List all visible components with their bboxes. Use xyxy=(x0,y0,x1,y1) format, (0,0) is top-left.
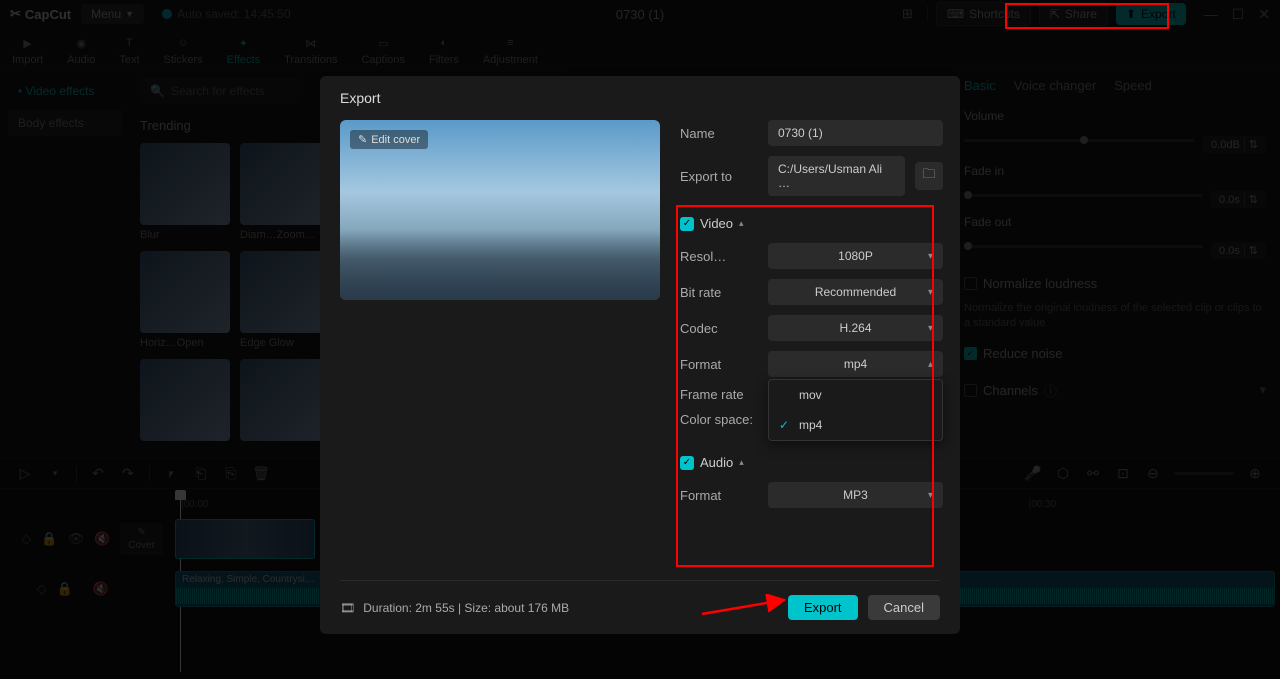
exportto-label: Export to xyxy=(680,169,758,184)
format-dropdown: mov mp4 xyxy=(768,379,943,441)
bitrate-select[interactable]: Recommended xyxy=(768,279,943,305)
folder-icon: 🗀 xyxy=(922,165,935,187)
format-option-mp4[interactable]: mp4 xyxy=(769,410,942,440)
duration-info: 🎞 Duration: 2m 55s | Size: about 176 MB xyxy=(340,601,569,615)
format-select[interactable]: mp4 mov mp4 xyxy=(768,351,943,377)
audio-section-label: Audio xyxy=(700,455,733,470)
film-icon: 🎞 xyxy=(340,601,355,615)
chevron-up-icon[interactable]: ▴ xyxy=(739,218,744,229)
name-label: Name xyxy=(680,126,758,141)
codec-label: Codec xyxy=(680,321,758,336)
codec-select[interactable]: H.264 xyxy=(768,315,943,341)
export-modal-title: Export xyxy=(340,90,940,106)
audio-section-checkbox[interactable]: ✓ xyxy=(680,456,694,470)
export-modal: Export ✎Edit cover Name Export to C:/Use… xyxy=(320,76,960,634)
audio-format-select[interactable]: MP3 xyxy=(768,482,943,508)
pencil-icon: ✎ xyxy=(358,133,367,146)
video-section-label: Video xyxy=(700,216,733,231)
format-label: Format xyxy=(680,357,758,372)
browse-button[interactable]: 🗀 xyxy=(915,162,943,190)
colorspace-label: Color space: xyxy=(680,412,753,427)
audio-format-label: Format xyxy=(680,488,758,503)
format-option-mov[interactable]: mov xyxy=(769,380,942,410)
cancel-button[interactable]: Cancel xyxy=(868,595,940,620)
exportto-path: C:/Users/Usman Ali … xyxy=(768,156,905,196)
resolution-label: Resol… xyxy=(680,249,758,264)
bitrate-label: Bit rate xyxy=(680,285,758,300)
export-preview: ✎Edit cover xyxy=(340,120,660,300)
resolution-select[interactable]: 1080P xyxy=(768,243,943,269)
name-input[interactable] xyxy=(768,120,943,146)
edit-cover-button[interactable]: ✎Edit cover xyxy=(350,130,428,149)
video-section-checkbox[interactable]: ✓ xyxy=(680,217,694,231)
chevron-up-icon[interactable]: ▴ xyxy=(739,457,744,468)
export-confirm-button[interactable]: Export xyxy=(788,595,858,620)
framerate-label: Frame rate xyxy=(680,387,758,402)
